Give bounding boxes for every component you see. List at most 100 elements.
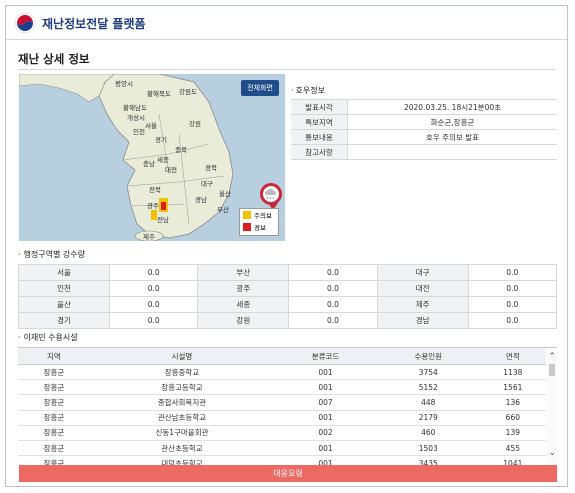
map-label: 광주 (147, 202, 159, 210)
map-label: 강원도 (179, 88, 197, 96)
column-header: 수용인원 (376, 348, 480, 365)
table-row[interactable]: 장흥군 관산남초등학교 001 2179 660 (18, 410, 546, 426)
window-frame: 재난정보전달 플랫폼 재난 상세 정보 평양시 황해북도 강원도 황해남도 개성… (5, 5, 568, 487)
info-key: 특보지역 (291, 114, 348, 130)
legend-item: 경보 (240, 221, 278, 233)
chevron-down-icon[interactable]: ⌄ (548, 448, 556, 458)
disaster-map[interactable]: 평양시 황해북도 강원도 황해남도 개성시 서울 인천 경기 강원 충북 충남 … (19, 74, 285, 241)
cell-region: 장흥군 (18, 440, 90, 457)
cell-facility: 장흥고등학교 (89, 379, 275, 396)
table-row: 서울 0.0 부산 0.0 대구 0.0 (18, 264, 558, 281)
cell-facility: 관산남초등학교 (89, 410, 275, 426)
rainfall-value: 0.0 (108, 264, 199, 281)
cell-capacity: 1503 (376, 440, 480, 457)
table-row: 참고사항 (291, 144, 557, 160)
table-row[interactable]: 장흥군 장흥고등학교 001 5152 1561 (18, 379, 546, 396)
legend-label: 경보 (254, 224, 266, 232)
region-name: 부산 (197, 264, 290, 281)
map-label: 충북 (175, 146, 187, 154)
fullscreen-button[interactable]: 전체화면 (241, 80, 279, 96)
region-name: 서울 (18, 264, 110, 281)
cell-area: 1041 (479, 455, 546, 465)
rainfall-table: 서울 0.0 부산 0.0 대구 0.0 인천 0.0 광주 0.0 대전 0.… (18, 264, 558, 329)
facilities-table: 지역 시설명 분류코드 수용인원 면적 장흥군 장흥중학교 001 3754 1… (18, 348, 546, 465)
cell-region: 장흥군 (18, 364, 90, 381)
cell-region: 장흥군 (18, 425, 90, 441)
region-name: 인천 (18, 280, 110, 297)
map-legend: 주의보 경보 (239, 208, 279, 236)
region-name: 경기 (18, 312, 110, 329)
chevron-up-icon[interactable]: ⌃ (548, 352, 556, 362)
cell-area: 136 (479, 394, 546, 411)
region-name: 경남 (376, 312, 469, 329)
info-value (347, 144, 557, 160)
cell-code: 001 (274, 410, 377, 426)
legend-item: 주의보 (240, 209, 278, 221)
cell-facility: 대덕초등학교 (89, 455, 275, 465)
scrollbar-thumb[interactable] (549, 364, 555, 376)
map-label: 경기 (155, 136, 167, 144)
table-row: 울산 0.0 세종 0.0 제주 0.0 (18, 296, 558, 313)
map-label: 제주 (143, 233, 155, 241)
rainfall-value: 0.0 (467, 296, 558, 313)
rainfall-value: 0.0 (467, 312, 558, 329)
rainfall-value: 0.0 (467, 264, 558, 281)
page-title: 재난 상세 정보 (18, 52, 90, 66)
cell-capacity: 5152 (376, 379, 480, 396)
rainfall-value: 0.0 (288, 296, 378, 313)
rainfall-value: 0.0 (288, 264, 378, 281)
info-value: 호우 주의보 발표 (347, 129, 557, 145)
map-label: 전북 (149, 186, 161, 194)
table-row: 인천 0.0 광주 0.0 대전 0.0 (18, 280, 558, 297)
region-name: 대구 (376, 264, 469, 281)
rain-cloud-icon[interactable] (260, 183, 282, 205)
legend-swatch-advisory (243, 211, 251, 219)
map-label: 인천 (133, 128, 145, 136)
rainfall-value: 0.0 (288, 312, 378, 329)
map-label: 서울 (145, 122, 157, 130)
response-guide-button[interactable]: 대응요령 (19, 465, 557, 482)
info-key: 발표시각 (291, 99, 348, 115)
cell-facility: 장흥중학교 (89, 364, 275, 381)
cell-code: 001 (274, 440, 377, 457)
top-bar: 재난정보전달 플랫폼 (6, 6, 567, 40)
government-logo-icon (14, 12, 36, 34)
column-header: 면적 (479, 348, 546, 365)
cell-region: 장흥군 (18, 455, 90, 465)
vertical-scrollbar[interactable]: ⌃ ⌄ (547, 348, 557, 465)
rainfall-value: 0.0 (108, 312, 199, 329)
table-row[interactable]: 장흥군 장흥중학교 001 3754 1138 (18, 364, 546, 381)
map-label: 경북 (205, 164, 217, 172)
cell-region: 장흥군 (18, 394, 90, 411)
rainfall-value: 0.0 (108, 296, 199, 313)
map-label: 강원 (189, 120, 201, 128)
info-key: 통보내용 (291, 129, 348, 145)
table-header-row: 지역 시설명 분류코드 수용인원 면적 (18, 348, 546, 365)
map-label: 부산 (217, 206, 229, 214)
map-label: 대전 (165, 166, 177, 174)
rainfall-value: 0.0 (467, 280, 558, 297)
map-label: 개성시 (127, 114, 145, 122)
region-name: 세종 (197, 296, 290, 313)
info-value: 2020.03.25. 18시21분00초 (347, 99, 557, 115)
warning-info-heading: 호우정보 (291, 85, 325, 96)
cell-region: 장흥군 (18, 379, 90, 396)
map-label: 황해남도 (123, 104, 147, 112)
rainfall-value: 0.0 (108, 280, 199, 297)
cell-area: 1561 (479, 379, 546, 396)
cell-code: 001 (274, 455, 377, 465)
column-header: 분류코드 (274, 348, 377, 365)
table-row[interactable]: 장흥군 종합사회복지관 007 448 136 (18, 394, 546, 411)
title-divider (18, 69, 555, 70)
cell-code: 007 (274, 394, 377, 411)
facilities-table-scroll[interactable]: 지역 시설명 분류코드 수용인원 면적 장흥군 장흥중학교 001 3754 1… (18, 347, 557, 465)
cell-area: 660 (479, 410, 546, 426)
table-row[interactable]: 장흥군 대덕초등학교 001 3435 1041 (18, 455, 546, 465)
map-label: 충남 (143, 160, 155, 168)
table-row[interactable]: 장흥군 신동1구마을회관 002 460 139 (18, 425, 546, 441)
info-key: 참고사항 (291, 144, 348, 160)
column-header: 시설명 (89, 348, 275, 365)
table-row[interactable]: 장흥군 관산초등학교 001 1503 455 (18, 440, 546, 457)
cell-area: 1138 (479, 364, 546, 381)
legend-swatch-warning (243, 223, 251, 231)
